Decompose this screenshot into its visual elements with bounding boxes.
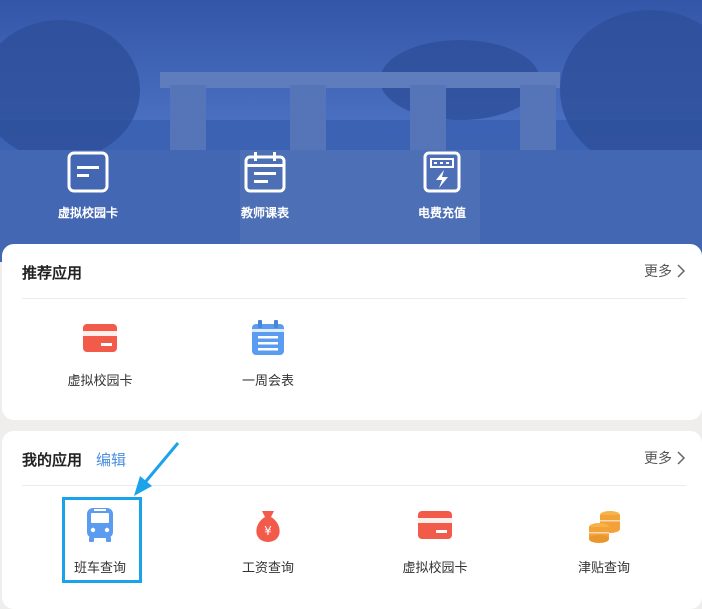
chevron-right-icon — [677, 264, 686, 278]
my-apps-header: 我的应用 编辑 更多 — [22, 431, 686, 486]
quick-action-electricity-recharge[interactable]: 电费充值 — [382, 150, 502, 221]
more-label: 更多 — [644, 263, 672, 279]
highlight-box — [62, 497, 142, 583]
recommended-more-link[interactable]: 更多 — [644, 261, 686, 281]
money-bag-icon: ¥ — [248, 505, 288, 545]
chevron-right-icon — [677, 451, 686, 465]
app-weekly-meetings[interactable]: 一周会表 — [203, 318, 333, 389]
app-label: 工资查询 — [241, 560, 294, 575]
edit-link[interactable]: 编辑 — [96, 449, 126, 470]
app-label: 一周会表 — [241, 373, 294, 388]
hero-banner: 虚拟校园卡 教师课表 电费充值 — [0, 0, 702, 262]
quick-action-campus-card[interactable]: 虚拟校园卡 — [28, 150, 148, 221]
more-label: 更多 — [644, 450, 672, 466]
quick-action-label: 电费充值 — [417, 206, 466, 220]
pointer-arrow-icon — [134, 442, 180, 496]
card-icon — [66, 150, 110, 194]
card-icon — [415, 505, 455, 545]
calendar-icon — [243, 150, 287, 194]
quick-action-teacher-schedule[interactable]: 教师课表 — [205, 150, 325, 221]
my-apps-title: 我的应用 — [22, 452, 83, 469]
electric-meter-icon — [420, 150, 464, 194]
quick-action-label: 教师课表 — [240, 206, 289, 220]
recommended-apps-card: 推荐应用 更多 虚拟校园卡 一周会表 — [2, 244, 702, 420]
app-label: 津贴查询 — [577, 560, 630, 575]
card-icon — [80, 318, 120, 358]
my-apps-more-link[interactable]: 更多 — [644, 448, 686, 468]
recommended-apps-title: 推荐应用 — [22, 265, 83, 282]
coins-icon — [584, 505, 624, 545]
app-label: 虚拟校园卡 — [67, 373, 133, 388]
app-label: 虚拟校园卡 — [402, 560, 468, 575]
calendar-list-icon — [248, 318, 288, 358]
app-virtual-campus-card[interactable]: 虚拟校园卡 — [35, 318, 165, 389]
app-virtual-campus-card-2[interactable]: 虚拟校园卡 — [370, 505, 500, 576]
svg-text:¥: ¥ — [264, 524, 272, 538]
recommended-apps-header: 推荐应用 更多 — [22, 244, 686, 299]
app-salary-query[interactable]: ¥ 工资查询 — [203, 505, 333, 576]
hero-gate — [160, 72, 560, 88]
quick-action-label: 虚拟校园卡 — [57, 206, 118, 220]
app-allowance-query[interactable]: 津贴查询 — [539, 505, 669, 576]
